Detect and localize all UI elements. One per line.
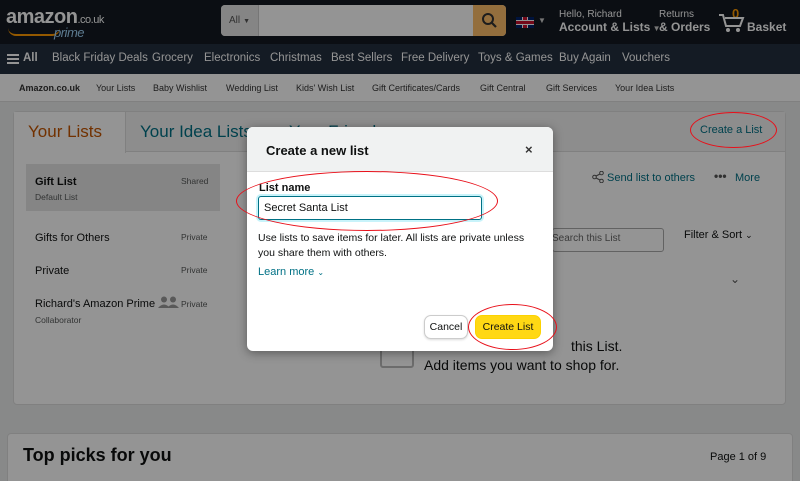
annotation-circle [690, 112, 777, 148]
learn-more-link[interactable]: Learn more ⌄ [258, 266, 324, 278]
annotation-circle [468, 304, 557, 350]
close-icon[interactable]: × [525, 142, 533, 157]
dialog-header: Create a new list × [247, 127, 553, 172]
cancel-button[interactable]: Cancel [424, 315, 468, 339]
annotation-circle [236, 171, 498, 231]
dialog-title: Create a new list [266, 143, 369, 158]
dialog-help-text: Use lists to save items for later. All l… [258, 232, 525, 259]
